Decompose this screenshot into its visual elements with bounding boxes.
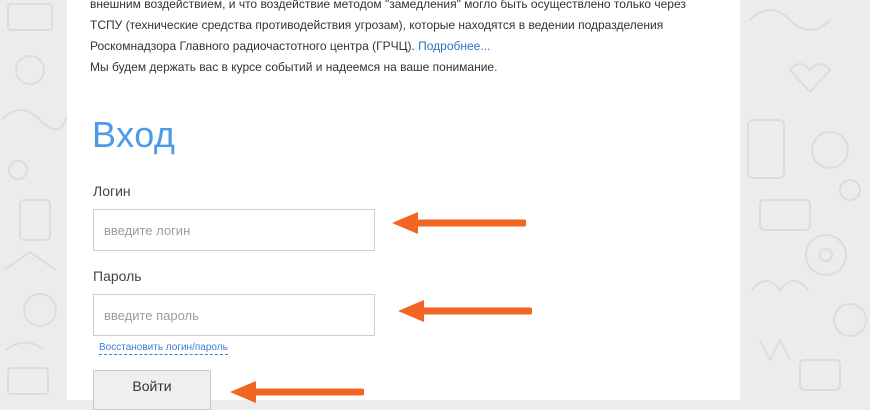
- notice-line-4: Мы будем держать вас в курсе событий и н…: [90, 60, 498, 74]
- content-panel: внешним воздействием, и что воздействие …: [67, 0, 740, 410]
- password-label: Пароль: [93, 268, 142, 284]
- notice-line-3-text: Роскомнадзора Главного радиочастотного ц…: [90, 39, 415, 53]
- arrow-left-icon: [398, 300, 532, 322]
- notice-line-1: внешним воздействием, и что воздействие …: [90, 0, 686, 11]
- arrow-left-icon: [230, 381, 364, 403]
- restore-credentials-link[interactable]: Восстановить логин/пароль: [99, 342, 228, 355]
- notice-line-2: ТСПУ (технические средства противодейств…: [90, 18, 664, 32]
- notice-line-3: Роскомнадзора Главного радиочастотного ц…: [90, 36, 730, 57]
- login-title: Вход: [92, 114, 176, 155]
- notice-text: внешним воздействием, и что воздействие …: [90, 0, 730, 78]
- more-link[interactable]: Подробнее...: [418, 39, 490, 53]
- login-label: Логин: [93, 183, 131, 199]
- login-input[interactable]: [93, 209, 375, 251]
- arrow-left-icon: [392, 212, 526, 234]
- login-button[interactable]: Войти: [93, 370, 211, 410]
- password-input[interactable]: [93, 294, 375, 336]
